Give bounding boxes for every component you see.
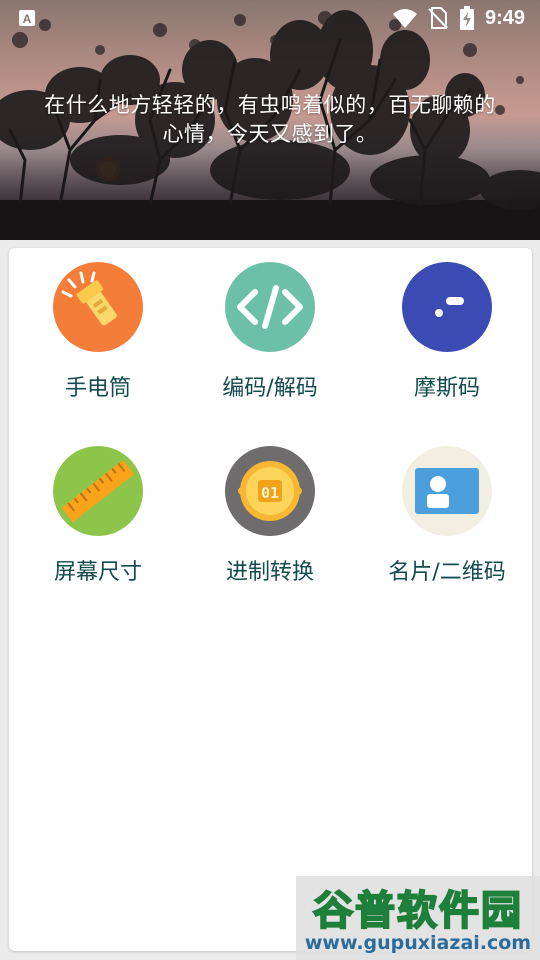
tool-business-card-qrcode[interactable]: 名片/二维码 xyxy=(358,432,536,592)
tool-flashlight[interactable]: 手电筒 xyxy=(9,248,187,408)
tool-label: 进制转换 xyxy=(225,560,314,585)
flashlight-icon xyxy=(53,262,143,352)
watermark-title: 谷普软件园 xyxy=(312,887,523,935)
no-sim-icon xyxy=(428,7,448,34)
header-banner: A 9:49 在什么地方轻轻的，有虫鸣着似的，百无聊赖的 心情，今天又感到了。 xyxy=(0,0,540,240)
morse-icon xyxy=(402,262,492,352)
tool-base-conversion[interactable]: 01 进制转换 xyxy=(181,432,359,592)
code-icon xyxy=(225,262,315,352)
ruler-icon xyxy=(53,446,143,536)
watermark-url: www.gupuxiazai.com xyxy=(304,932,532,954)
daily-quote: 在什么地方轻轻的，有虫鸣着似的，百无聊赖的 心情，今天又感到了。 xyxy=(0,91,540,149)
quote-line-2: 心情，今天又感到了。 xyxy=(162,122,378,146)
svg-text:01: 01 xyxy=(261,484,279,502)
tool-encode-decode[interactable]: 编码/解码 xyxy=(181,248,359,408)
wifi-icon xyxy=(392,7,418,34)
clock-time: 9:49 xyxy=(485,7,526,29)
tool-label: 摩斯码 xyxy=(413,376,480,401)
quote-line-1: 在什么地方轻轻的，有虫鸣着似的，百无聊赖的 xyxy=(44,93,496,117)
tool-morse-code[interactable]: 摩斯码 xyxy=(358,248,536,408)
tool-label: 屏幕尺寸 xyxy=(53,560,142,585)
status-bar: A 9:49 xyxy=(0,0,540,36)
svg-text:A: A xyxy=(23,12,32,26)
tool-screen-size[interactable]: 屏幕尺寸 xyxy=(9,432,187,592)
tool-label: 手电筒 xyxy=(64,376,131,401)
app-notification-icon: A xyxy=(18,9,36,27)
tools-card: 手电筒 编码/解码 摩斯码 屏幕尺寸 01 进制转换 名片/二维码 xyxy=(9,248,532,951)
battery-charging-icon xyxy=(459,6,475,35)
business-card-icon xyxy=(402,446,492,536)
site-watermark: 谷普软件园 www.gupuxiazai.com xyxy=(296,876,540,960)
binary-coin-icon: 01 xyxy=(225,446,315,536)
tool-label: 编码/解码 xyxy=(222,376,318,401)
tool-label: 名片/二维码 xyxy=(388,560,506,585)
